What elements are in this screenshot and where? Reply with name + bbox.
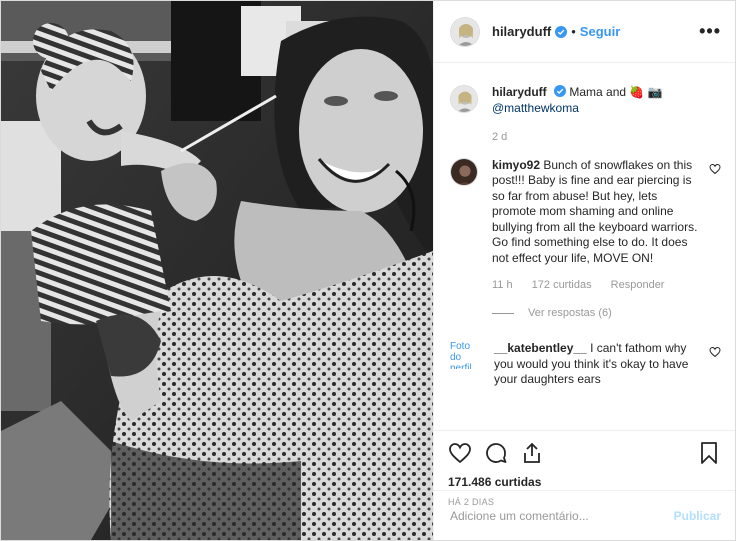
header-separator: • [571,24,576,39]
bookmark-icon[interactable] [697,441,721,465]
caption-username[interactable]: hilaryduff [492,85,547,99]
verified-badge-icon [555,25,568,38]
comment-text: Bunch of snowflakes on this post!!! Baby… [492,157,698,265]
comment-avatar[interactable]: Foto do perfil [450,341,480,369]
header-username[interactable]: hilaryduff [492,24,551,39]
post-photo-image [1,1,433,540]
post-photo[interactable] [1,1,433,540]
like-heart-icon[interactable] [448,441,472,465]
mention-link[interactable]: @matthewkoma [492,101,579,115]
comment-item: kimyo92 Bunch of snowflakes on this post… [450,157,721,322]
view-replies-label: Ver respostas (6) [528,306,612,319]
avatar-image [451,17,479,46]
like-count[interactable]: 171.486 curtidas [448,475,721,489]
comment-avatar-image [451,158,477,185]
comment-username[interactable]: __katebentley__ [494,341,587,355]
caption-avatar[interactable] [450,85,478,113]
caption-age[interactable]: 2 d [492,131,507,143]
caption: hilaryduff Mama and 🍓 📷 @matthewkoma 2 d [450,85,721,146]
comment-like-heart-icon[interactable] [709,346,721,358]
post-header: hilaryduff • Seguir ••• [434,1,735,63]
comment-bubble-icon[interactable] [484,441,508,465]
caption-text: Mama and [569,85,627,99]
caption-meta: 2 d [492,130,721,146]
comment-age[interactable]: 11 h [492,279,513,291]
comment-item: Foto do perfil __katebentley__ I can't f… [450,341,721,388]
replies-divider [492,312,514,314]
comment-input[interactable] [448,507,674,524]
more-options-button[interactable]: ••• [699,21,721,42]
comments-list[interactable]: hilaryduff Mama and 🍓 📷 @matthewkoma 2 d [434,63,735,430]
comment-username[interactable]: kimyo92 [492,158,540,172]
comment-text-block: __katebentley__ I can't fathom why you w… [494,341,701,388]
add-comment-bar: Publicar [434,490,735,540]
instagram-post: hilaryduff • Seguir ••• hilaryduff Mama … [0,0,736,541]
caption-avatar-image [451,86,477,112]
share-icon[interactable] [520,441,544,465]
comment-avatar-alt: Foto do perfil [450,341,472,369]
comment-meta: 11 h 172 curtidas Responder [492,278,701,294]
verified-badge-icon [554,85,567,97]
post-sidebar: hilaryduff • Seguir ••• hilaryduff Mama … [433,1,735,540]
comment-likes[interactable]: 172 curtidas [532,279,592,291]
comment-avatar[interactable] [450,157,478,186]
comment-like-heart-icon[interactable] [709,163,721,175]
follow-button[interactable]: Seguir [580,24,620,39]
caption-emoji: 🍓 📷 [629,85,663,99]
caption-text-block: hilaryduff Mama and 🍓 📷 @matthewkoma 2 d [492,85,721,146]
comment-text-block: kimyo92 Bunch of snowflakes on this post… [492,158,701,322]
action-icons [448,441,721,465]
view-replies-button[interactable]: Ver respostas (6) [492,306,701,322]
reply-button[interactable]: Responder [611,279,665,291]
avatar[interactable] [450,16,480,47]
publish-button[interactable]: Publicar [674,509,721,523]
